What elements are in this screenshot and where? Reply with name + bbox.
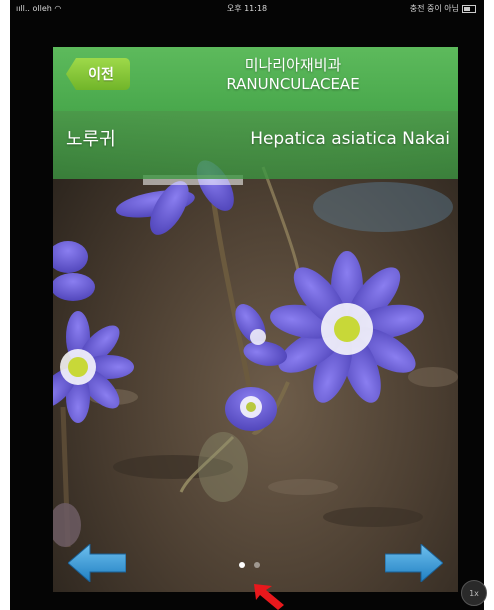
- charging-status-text: 충전 중이 아님: [409, 4, 459, 13]
- back-button[interactable]: 이전: [66, 58, 130, 90]
- family-header: 이전 미나리아재비과 RANUNCULACEAE: [53, 47, 458, 111]
- species-latin-name: Hepatica asiatica Nakai: [250, 129, 450, 149]
- page-indicator[interactable]: [239, 562, 260, 568]
- ipad-device-frame: ııll.. olleh ◠ 오후 11:18 충전 중이 아님 이전 미나리아…: [10, 0, 487, 610]
- red-pointer-arrow-icon: [254, 584, 284, 610]
- page-dot-1[interactable]: [239, 562, 245, 568]
- family-title: 미나리아재비과 RANUNCULACEAE: [173, 56, 413, 94]
- back-button-label: 이전: [88, 67, 114, 83]
- family-latin-name: RANUNCULACEAE: [226, 75, 360, 93]
- species-name-band: 노루귀 Hepatica asiatica Nakai: [53, 111, 458, 179]
- battery-icon: [462, 5, 476, 13]
- status-bar: ııll.. olleh ◠ 오후 11:18 충전 중이 아님: [10, 0, 484, 18]
- previous-photo-button[interactable]: [68, 544, 126, 582]
- left-arrow-icon: [68, 544, 126, 582]
- zoom-level-badge[interactable]: 1x: [461, 580, 487, 606]
- battery-indicator: 충전 중이 아님: [410, 0, 476, 18]
- right-arrow-icon: [385, 544, 443, 582]
- species-korean-name: 노루귀: [66, 129, 116, 150]
- page-dot-2[interactable]: [254, 562, 260, 568]
- family-korean-name: 미나리아재비과: [244, 56, 342, 74]
- plant-detail-screen: 이전 미나리아재비과 RANUNCULACEAE 노루귀 Hepatica as…: [53, 47, 458, 592]
- next-photo-button[interactable]: [385, 544, 443, 582]
